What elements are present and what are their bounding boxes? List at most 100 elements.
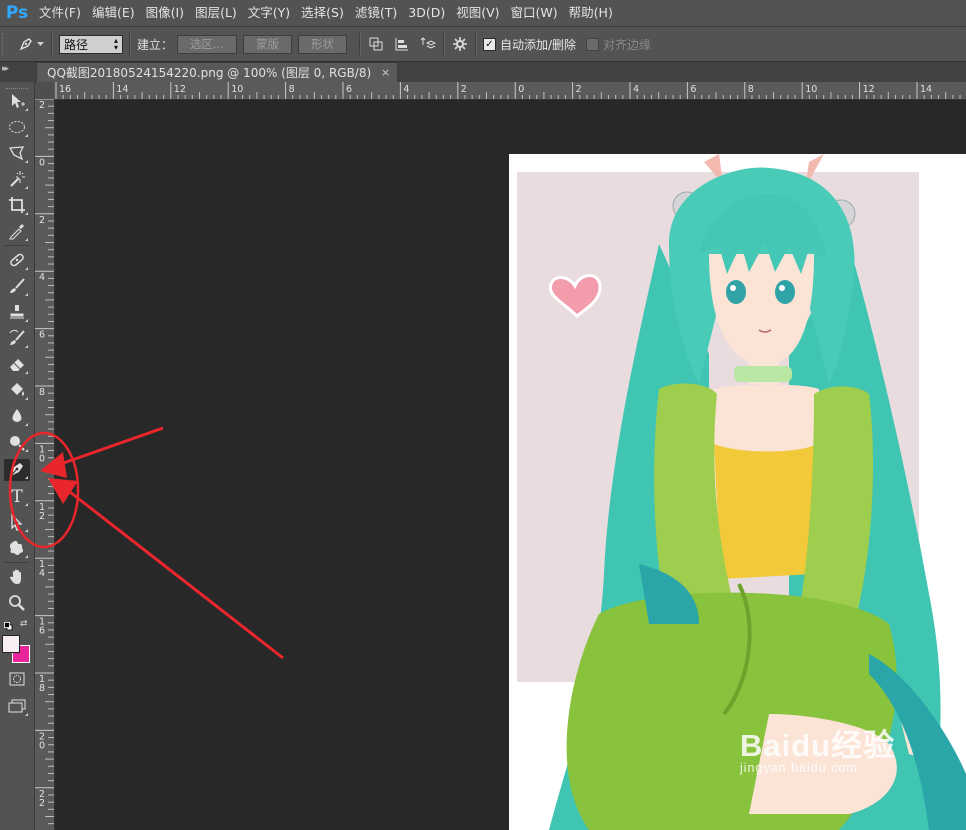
pen-mode-select[interactable]: 路径 ▴ ▾ — [59, 34, 123, 54]
make-mask-button[interactable]: 蒙版 — [242, 34, 292, 54]
path-operations-icon[interactable] — [367, 35, 385, 53]
pen-tool[interactable] — [4, 459, 30, 481]
menu-edit[interactable]: 编辑(E) — [87, 0, 140, 26]
menu-select[interactable]: 选择(S) — [296, 0, 349, 26]
screen-mode-button[interactable] — [4, 696, 30, 718]
make-selection-button[interactable]: 选区... — [177, 34, 237, 54]
ruler-label: 12 — [863, 84, 875, 95]
menu-type[interactable]: 文字(Y) — [243, 0, 295, 26]
tool-group-indicator — [25, 503, 28, 506]
options-bar-grip[interactable] — [2, 33, 9, 55]
document-canvas[interactable] — [509, 154, 966, 830]
tool-group-indicator — [25, 555, 28, 558]
menu-filter[interactable]: 滤镜(T) — [350, 0, 402, 26]
menu-bar: Ps 文件(F) 编辑(E) 图像(I) 图层(L) 文字(Y) 选择(S) 滤… — [0, 0, 966, 27]
gear-icon[interactable] — [451, 35, 469, 53]
separator — [129, 33, 131, 55]
quick-mask-icon — [9, 672, 25, 689]
marquee-tool[interactable] — [4, 117, 30, 139]
ruler-label: 2 — [39, 798, 45, 809]
swap-colors-icon[interactable]: ⇄ — [20, 619, 30, 629]
hand-tool[interactable] — [4, 567, 30, 589]
close-icon[interactable]: × — [381, 63, 390, 83]
eyedropper-tool[interactable] — [4, 221, 30, 243]
auto-add-delete-checkbox[interactable]: ✓ — [482, 37, 496, 51]
tool-group-indicator — [25, 345, 28, 348]
brush-tool[interactable] — [4, 276, 30, 298]
make-shape-button[interactable]: 形状 — [297, 34, 347, 54]
tool-preset-dropdown-icon[interactable] — [35, 35, 45, 53]
toolbar-divider — [4, 562, 30, 563]
panel-collapse-icon[interactable]: ▸▸ — [2, 64, 9, 74]
ruler-label: 16 — [59, 84, 71, 95]
zoom-tool[interactable] — [4, 593, 30, 615]
tools-panel: T ⇄ — [0, 82, 35, 830]
ruler-label: 12 — [174, 84, 186, 95]
separator — [358, 33, 361, 55]
magic-wand-tool[interactable] — [4, 169, 30, 191]
menu-help[interactable]: 帮助(H) — [564, 0, 618, 26]
build-label: 建立： — [137, 37, 174, 52]
tool-group-indicator — [25, 134, 28, 137]
menu-3d[interactable]: 3D(D) — [403, 0, 450, 26]
tool-group-indicator — [25, 160, 28, 163]
elliptical-marquee-icon — [8, 120, 26, 137]
tool-group-indicator — [25, 238, 28, 241]
document-tab[interactable]: QQ截图20180524154220.png @ 100% (图层 0, RGB… — [36, 62, 399, 83]
quick-mask-button[interactable] — [4, 669, 30, 691]
ruler-label: 14 — [116, 84, 128, 95]
tool-group-indicator — [25, 212, 28, 215]
path-selection-tool[interactable] — [4, 512, 30, 534]
ruler-label: 4 — [39, 272, 45, 283]
ruler-label: 8 — [748, 84, 754, 95]
dodge-tool[interactable] — [4, 432, 30, 454]
menu-layer[interactable]: 图层(L) — [190, 0, 242, 26]
default-colors-icon[interactable] — [4, 620, 13, 631]
menu-image[interactable]: 图像(I) — [141, 0, 189, 26]
ruler-label: 4 — [633, 84, 639, 95]
history-brush-icon — [8, 329, 26, 350]
menu-window[interactable]: 窗口(W) — [506, 0, 563, 26]
lasso-icon — [8, 144, 26, 165]
ruler-label: 8 — [39, 683, 45, 694]
vertical-ruler[interactable]: 20246810121416182022 — [35, 99, 55, 830]
horizontal-ruler[interactable]: 16 14 12 10 8 6 4 2 0 2 4 6 8 10 12 14 — [54, 82, 966, 100]
ruler-label: 6 — [346, 84, 352, 95]
lasso-tool[interactable] — [4, 143, 30, 165]
crop-tool[interactable] — [4, 195, 30, 217]
align-edges-checkbox[interactable] — [586, 37, 600, 51]
eraser-tool[interactable] — [4, 354, 30, 376]
ruler-label: 6 — [39, 330, 45, 341]
paint-bucket-icon — [8, 381, 26, 402]
menu-file[interactable]: 文件(F) — [34, 0, 86, 26]
ruler-label: 6 — [690, 84, 696, 95]
ruler-origin[interactable] — [35, 82, 54, 99]
crop-icon — [8, 196, 26, 217]
healing-brush-tool[interactable] — [4, 250, 30, 272]
ruler-label: 2 — [461, 84, 467, 95]
path-alignment-icon[interactable] — [393, 35, 411, 53]
toolbar-grip[interactable] — [6, 88, 28, 89]
tool-group-indicator — [25, 293, 28, 296]
type-tool[interactable]: T — [4, 486, 30, 508]
healing-brush-icon — [8, 251, 26, 272]
custom-shape-tool[interactable] — [4, 538, 30, 560]
ruler-label: 10 — [805, 84, 817, 95]
dodge-icon — [8, 433, 26, 454]
blur-tool[interactable] — [4, 406, 30, 428]
history-brush-tool[interactable] — [4, 328, 30, 350]
ruler-label: 0 — [39, 740, 45, 751]
menu-view[interactable]: 视图(V) — [451, 0, 504, 26]
brush-icon — [8, 277, 26, 298]
pen-mode-value: 路径 — [64, 37, 89, 52]
clone-stamp-tool[interactable] — [4, 302, 30, 324]
zoom-icon — [8, 594, 26, 615]
tool-preset-pen-icon[interactable] — [17, 35, 35, 53]
canvas-area[interactable]: Baidu经验 jingyan.baidu.com — [55, 100, 966, 830]
move-tool[interactable] — [4, 91, 30, 113]
ruler-label: 10 — [231, 84, 243, 95]
paint-bucket-tool[interactable] — [4, 380, 30, 402]
path-arrangement-icon[interactable] — [419, 35, 437, 53]
document-tab-bar: ▸▸ QQ截图20180524154220.png @ 100% (图层 0, … — [0, 62, 966, 82]
foreground-color-swatch[interactable] — [2, 635, 20, 653]
